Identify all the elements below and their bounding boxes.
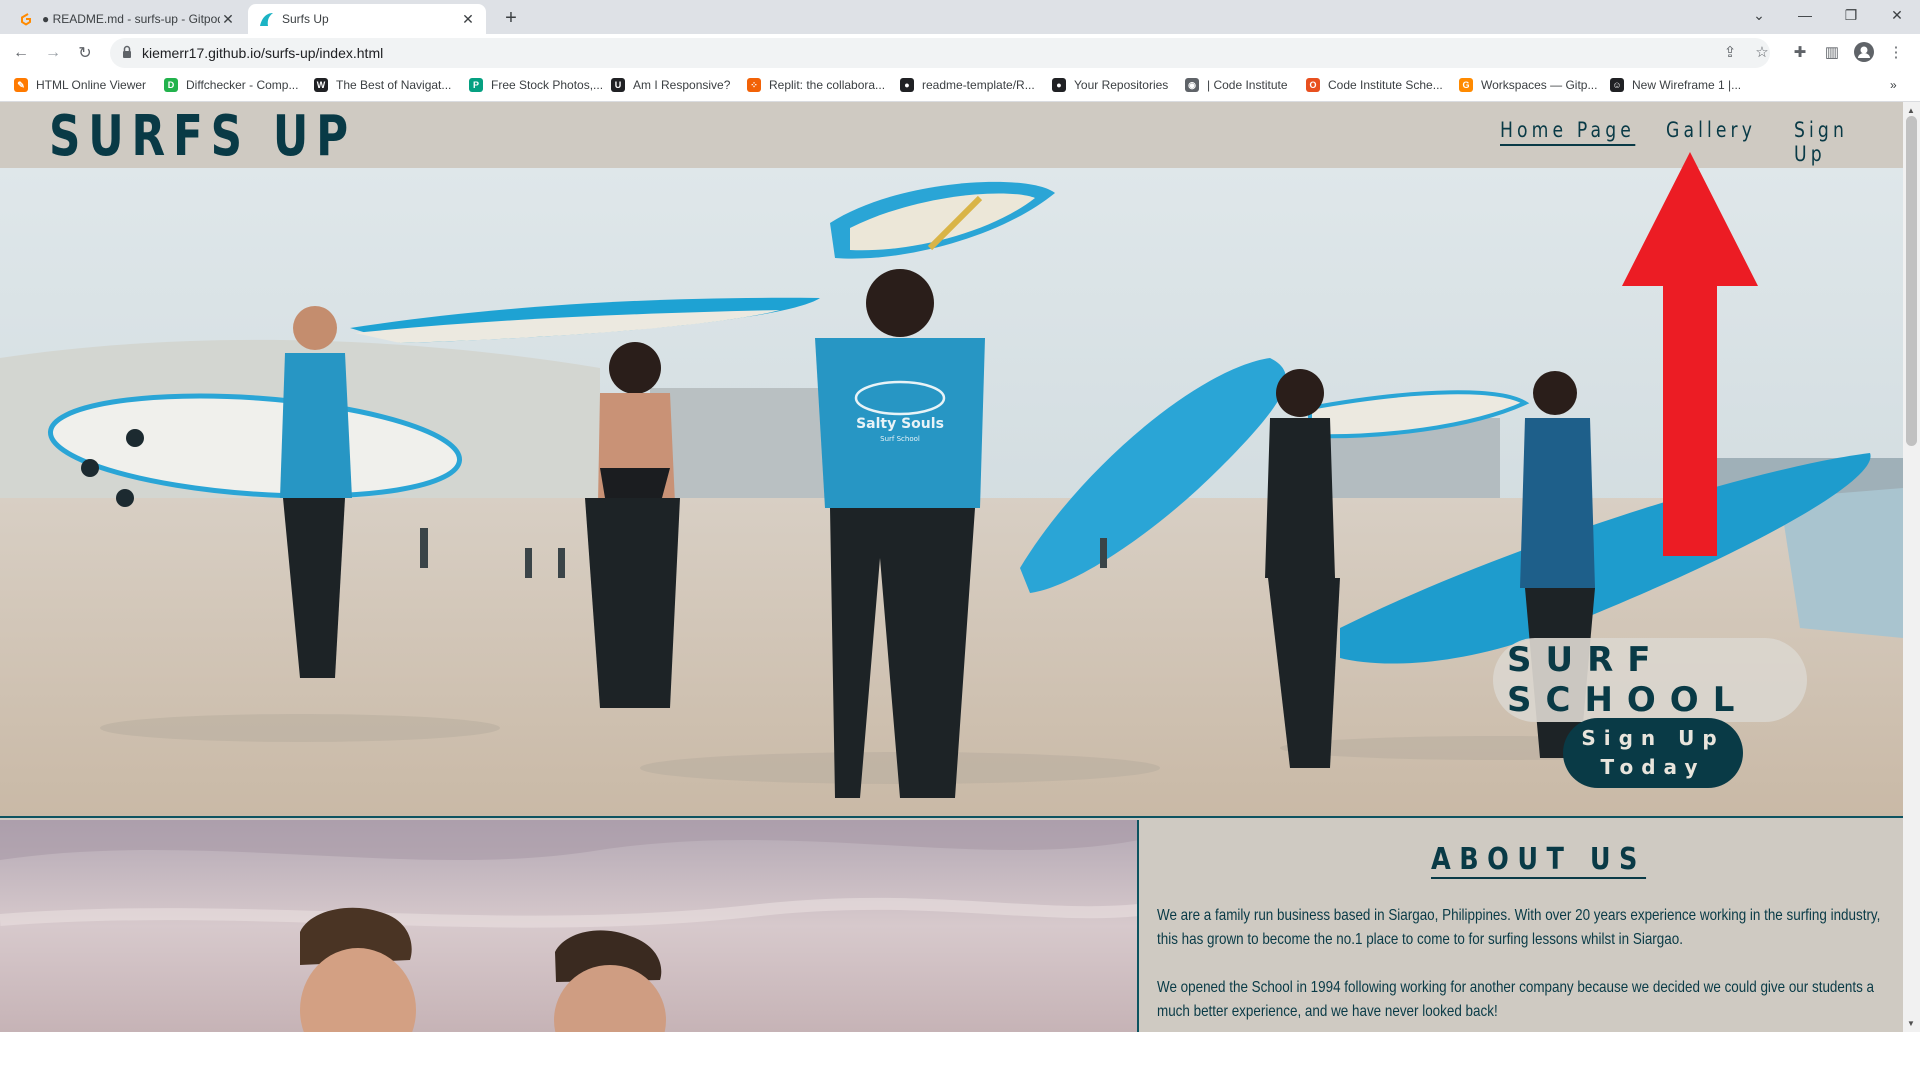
pexels-icon: P xyxy=(469,78,483,92)
shirt-subtext: Surf School xyxy=(880,435,920,443)
bookmark-item[interactable]: ● readme-template/R... xyxy=(900,78,1035,92)
tab-surfs-up[interactable]: Surfs Up ✕ xyxy=(248,4,486,34)
site-header: SURFS UP Home Page Gallery Sign Up xyxy=(0,102,1903,169)
bookmarks-overflow-icon[interactable]: » xyxy=(1890,78,1897,92)
scrollbar-thumb[interactable] xyxy=(1906,116,1917,446)
about-paragraph-2: We opened the School in 1994 following w… xyxy=(1157,979,1875,1020)
bookmark-label: Replit: the collabora... xyxy=(769,78,886,92)
bookmark-item[interactable]: ⁘ Replit: the collabora... xyxy=(747,78,885,92)
responsive-icon: U xyxy=(611,78,625,92)
code-institute-icon: O xyxy=(1306,78,1320,92)
address-bar[interactable]: kiemerr17.github.io/surfs-up/index.html xyxy=(110,38,1770,68)
close-icon[interactable]: ✕ xyxy=(460,11,476,28)
about-paragraph-1: We are a family run business based in Si… xyxy=(1157,907,1881,948)
share-icon[interactable]: ⇪ xyxy=(1718,40,1742,64)
url-text: kiemerr17.github.io/surfs-up/index.html xyxy=(142,45,384,61)
bookmark-label: | Code Institute xyxy=(1207,78,1288,92)
bookmark-label: Diffchecker - Comp... xyxy=(186,78,299,92)
replit-icon: ⁘ xyxy=(747,78,761,92)
page-scrollbar[interactable]: ▲ ▼ xyxy=(1903,102,1920,1032)
browser-toolbar: ← → ↻ kiemerr17.github.io/surfs-up/index… xyxy=(0,34,1920,72)
globe-icon: ◉ xyxy=(1185,78,1199,92)
side-panel-icon[interactable]: ▥ xyxy=(1820,40,1844,64)
bookmark-item[interactable]: ☺ New Wireframe 1 |... xyxy=(1610,78,1741,92)
scroll-down-icon[interactable]: ▼ xyxy=(1907,1019,1915,1028)
bookmark-label: Am I Responsive? xyxy=(633,78,731,92)
shirt-text: Salty Souls xyxy=(856,416,944,432)
github-icon: ● xyxy=(1052,78,1066,92)
cta-group: SURF SCHOOL Sign Up Today xyxy=(1493,638,1807,788)
about-title: ABOUT US xyxy=(1431,842,1646,879)
bookmark-label: Code Institute Sche... xyxy=(1328,78,1443,92)
profile-avatar[interactable] xyxy=(1852,40,1876,64)
w-icon: W xyxy=(314,78,328,92)
bookmark-label: HTML Online Viewer xyxy=(36,78,147,92)
back-icon[interactable]: ← xyxy=(8,40,34,66)
page-viewport: SURFS UP Home Page Gallery Sign Up Salty… xyxy=(0,102,1903,1032)
about-photo xyxy=(0,820,1139,1032)
github-icon: ● xyxy=(900,78,914,92)
tab-title: ● README.md - surfs-up - Gitpod xyxy=(42,12,220,26)
nav-home-page[interactable]: Home Page xyxy=(1500,118,1635,146)
forward-icon[interactable]: → xyxy=(40,40,66,66)
bookmark-label: readme-template/R... xyxy=(922,78,1035,92)
nav-sign-up[interactable]: Sign Up xyxy=(1794,118,1883,166)
bookmarks-bar: ✎ HTML Online Viewer D Diffchecker - Comp..… xyxy=(0,72,1920,102)
close-window-button[interactable]: ✕ xyxy=(1874,0,1920,30)
bookmark-item[interactable]: G Workspaces — Gitp... xyxy=(1459,78,1597,92)
wireframe-icon: ☺ xyxy=(1610,78,1624,92)
bookmark-item[interactable]: P Free Stock Photos,... xyxy=(469,78,603,92)
minimize-button[interactable]: — xyxy=(1782,0,1828,30)
team-photo xyxy=(0,820,1137,1032)
bookmark-label: The Best of Navigat... xyxy=(336,78,452,92)
bookmark-item[interactable]: ◉ | Code Institute xyxy=(1185,78,1288,92)
nav-gallery[interactable]: Gallery xyxy=(1666,118,1756,142)
site-logo[interactable]: SURFS UP xyxy=(49,104,356,169)
new-tab-button[interactable]: + xyxy=(498,6,524,32)
bookmark-item[interactable]: W The Best of Navigat... xyxy=(314,78,451,92)
lock-icon xyxy=(120,45,134,59)
bookmark-label: Workspaces — Gitp... xyxy=(1481,78,1598,92)
surf-wave-icon xyxy=(258,11,274,27)
diffchecker-icon: D xyxy=(164,78,178,92)
menu-dots-icon[interactable]: ⋮ xyxy=(1884,40,1908,64)
restore-button[interactable]: ❐ xyxy=(1828,0,1874,30)
scroll-up-icon[interactable]: ▲ xyxy=(1907,106,1915,115)
bookmark-item[interactable]: D Diffchecker - Comp... xyxy=(164,78,298,92)
bookmark-label: New Wireframe 1 |... xyxy=(1632,78,1742,92)
about-section: ABOUT US We are a family run business ba… xyxy=(1141,820,1903,1032)
annotation-arrow xyxy=(1622,152,1758,556)
sign-up-today-button[interactable]: Sign Up Today xyxy=(1563,718,1743,788)
bookmark-item[interactable]: U Am I Responsive? xyxy=(611,78,730,92)
close-icon[interactable]: ✕ xyxy=(220,11,236,28)
bookmark-star-icon[interactable]: ☆ xyxy=(1750,40,1774,64)
tab-strip: ● README.md - surfs-up - Gitpod ✕ Surfs … xyxy=(0,0,1920,34)
bookmark-item[interactable]: ✎ HTML Online Viewer xyxy=(14,78,146,92)
bookmark-label: Free Stock Photos,... xyxy=(491,78,604,92)
hero-heading: SURF SCHOOL xyxy=(1493,638,1807,722)
bookmark-label: Your Repositories xyxy=(1074,78,1169,92)
tab-readme[interactable]: ● README.md - surfs-up - Gitpod ✕ xyxy=(8,4,246,34)
pen-icon: ✎ xyxy=(14,78,28,92)
extensions-icon[interactable]: ✚ xyxy=(1788,40,1812,64)
tab-title: Surfs Up xyxy=(282,12,329,26)
gitpod-icon: G xyxy=(1459,78,1473,92)
tab-search-icon[interactable]: ⌄ xyxy=(1736,0,1782,30)
gitpod-icon xyxy=(18,11,34,27)
hero-banner: Salty Souls Surf School SURF SCHOOL Sign… xyxy=(0,168,1903,818)
bookmark-item[interactable]: ● Your Repositories xyxy=(1052,78,1168,92)
bookmark-item[interactable]: O Code Institute Sche... xyxy=(1306,78,1443,92)
reload-icon[interactable]: ↻ xyxy=(72,40,98,66)
